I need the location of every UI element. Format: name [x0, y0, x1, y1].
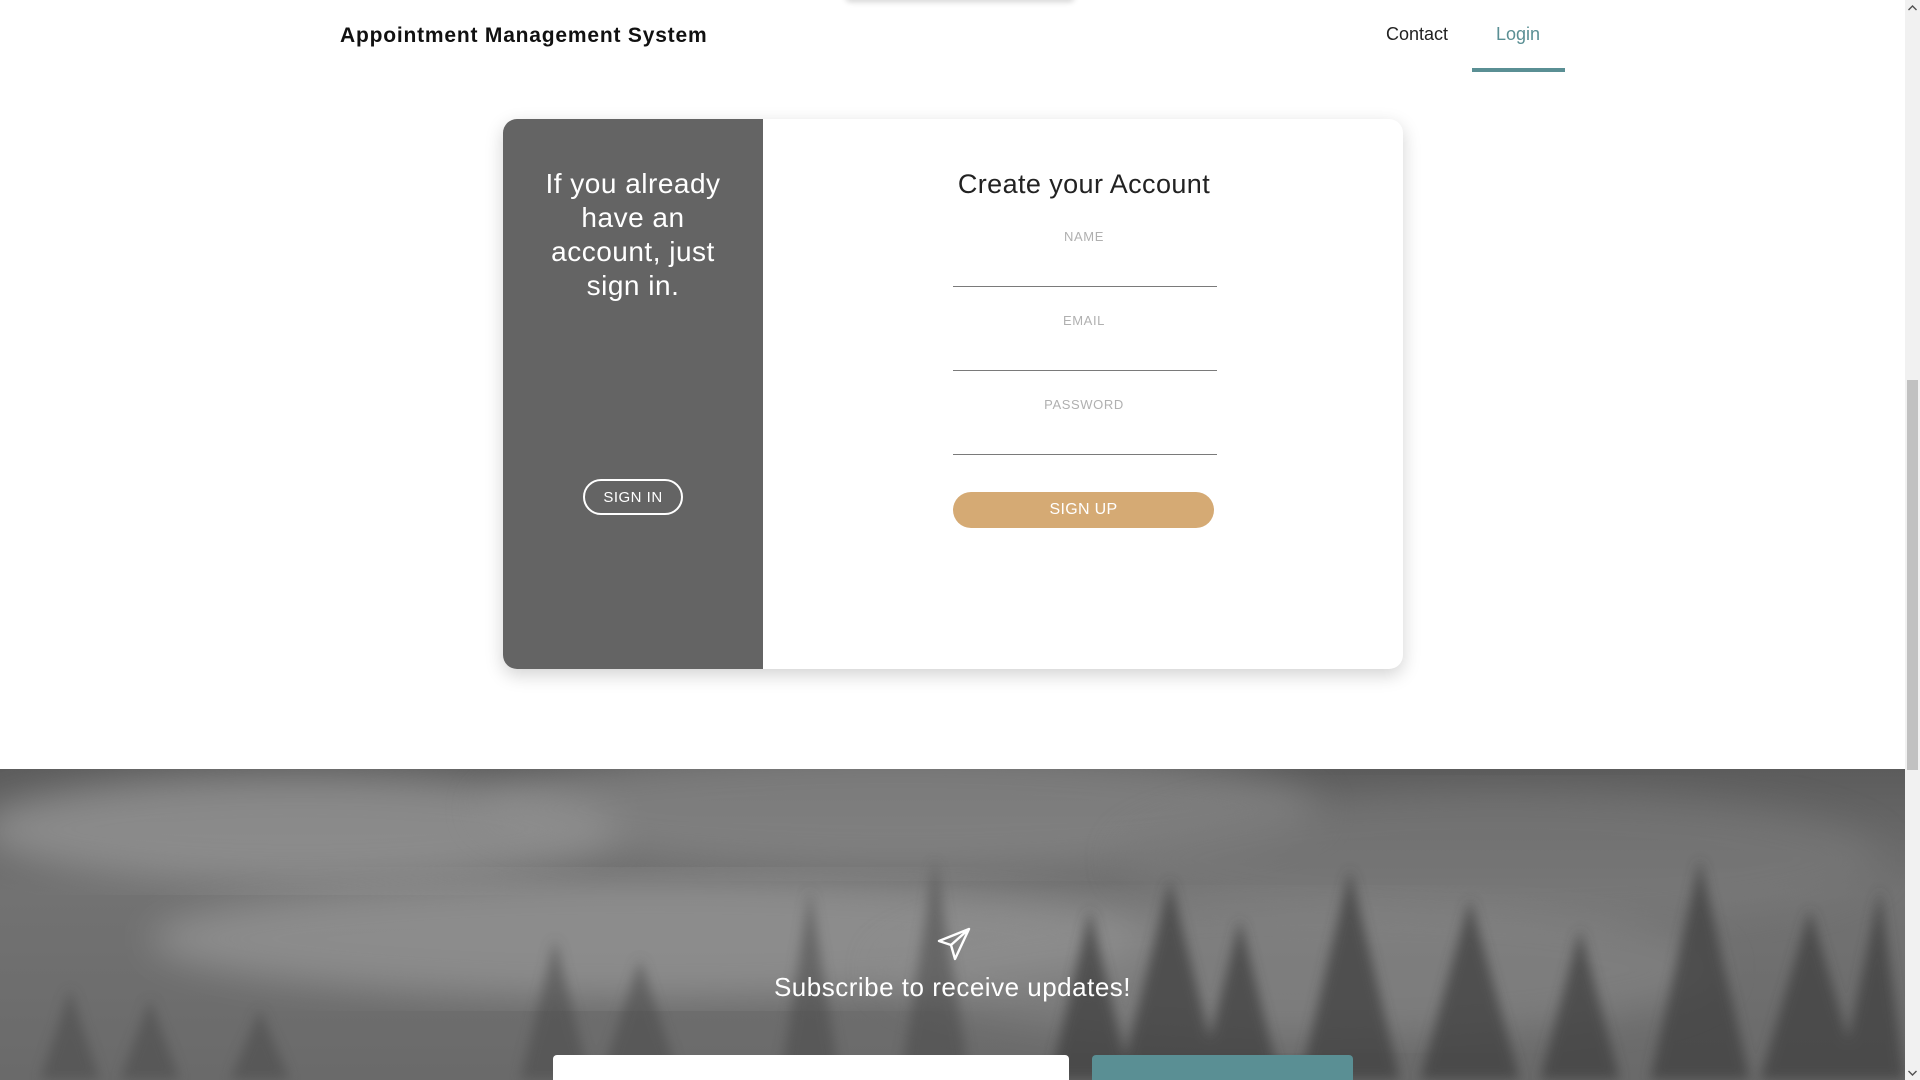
signin-panel: If you already have an account, just sig…: [503, 119, 763, 669]
vertical-scrollbar[interactable]: [1905, 0, 1920, 1080]
top-navbar: Appointment Management System Contact Lo…: [0, 0, 1905, 72]
scroll-up-icon[interactable]: [1905, 0, 1920, 15]
name-field: NAME: [953, 229, 1217, 287]
nav-login-link[interactable]: Login: [1496, 24, 1540, 45]
password-label: PASSWORD: [1044, 397, 1124, 412]
sign-up-button[interactable]: SIGN UP: [953, 492, 1214, 528]
subscribe-heading: Subscribe to receive updates!: [773, 972, 1132, 1002]
name-label: NAME: [1064, 229, 1104, 244]
brand-title[interactable]: Appointment Management System: [340, 24, 707, 48]
email-input[interactable]: [953, 338, 1217, 371]
signin-message: If you already have an account, just sig…: [545, 168, 721, 301]
password-field: PASSWORD: [953, 397, 1217, 455]
sign-in-button[interactable]: SIGN IN: [583, 479, 683, 515]
subscribe-button[interactable]: [1092, 1055, 1353, 1080]
nav-contact-link[interactable]: Contact: [1386, 24, 1448, 45]
auth-card: If you already have an account, just sig…: [503, 119, 1403, 669]
paper-plane-icon: [937, 927, 971, 961]
password-input[interactable]: [953, 422, 1217, 455]
misty-forest-background: [0, 769, 1905, 1080]
subscribe-section: Subscribe to receive updates!: [0, 769, 1905, 1080]
active-tab-indicator: [1472, 68, 1565, 72]
email-label: EMAIL: [1062, 313, 1105, 328]
email-field: EMAIL: [953, 313, 1217, 371]
page: Appointment Management System Contact Lo…: [0, 0, 1905, 1080]
subscribe-email-input[interactable]: [553, 1055, 1069, 1080]
form-title: Create your Account: [957, 169, 1211, 199]
name-input[interactable]: [953, 254, 1217, 287]
scroll-down-icon[interactable]: [1905, 1065, 1920, 1080]
scrollbar-thumb[interactable]: [1907, 380, 1918, 770]
